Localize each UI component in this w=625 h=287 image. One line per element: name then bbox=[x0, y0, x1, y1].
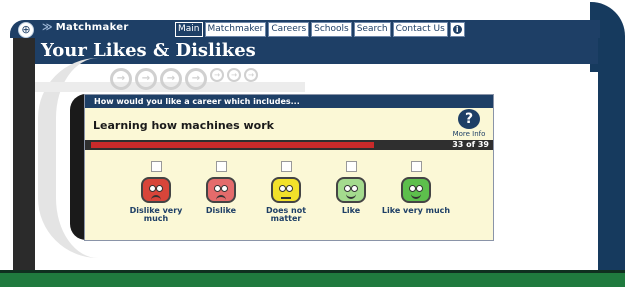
option-label: Like very much bbox=[381, 206, 451, 215]
option-label: Dislike very much bbox=[129, 206, 183, 223]
footer-bar bbox=[0, 270, 625, 287]
arrow-circle-icon: → bbox=[185, 68, 207, 90]
tab-contact-us[interactable]: Contact Us bbox=[392, 22, 448, 37]
option-label: Dislike bbox=[205, 206, 237, 215]
question-item: Learning how machines work bbox=[93, 119, 274, 132]
frown-face-icon bbox=[141, 177, 171, 203]
progress-label: 33 of 39 bbox=[452, 140, 489, 149]
right-frame-border bbox=[598, 38, 625, 284]
decorative-arrow-circles: → → → → → → → bbox=[110, 68, 258, 90]
arrow-circle-icon: → bbox=[227, 68, 241, 82]
tab-careers[interactable]: Careers bbox=[268, 22, 310, 37]
option-like-very-much[interactable]: Like very much bbox=[381, 161, 451, 215]
smile-face-icon bbox=[336, 177, 366, 203]
info-icon[interactable]: i bbox=[449, 22, 465, 37]
more-info-button[interactable]: ? More Info bbox=[448, 109, 490, 139]
tab-matchmaker[interactable]: Matchmaker bbox=[204, 22, 267, 37]
info-glyph: i bbox=[452, 25, 462, 34]
progress-bar: 33 of 39 bbox=[85, 140, 493, 150]
progress-fill bbox=[91, 142, 374, 148]
smile-face-icon bbox=[401, 177, 431, 203]
option-checkbox[interactable] bbox=[280, 161, 292, 172]
arrow-circle-icon: → bbox=[135, 68, 157, 90]
tab-schools[interactable]: Schools bbox=[311, 22, 352, 37]
option-like[interactable]: Like bbox=[316, 161, 386, 215]
arrow-circle-icon: → bbox=[110, 68, 132, 90]
option-label: Does not matter bbox=[265, 206, 307, 223]
globe-icon[interactable]: ⊕ bbox=[18, 22, 34, 38]
neutral-face-icon bbox=[271, 177, 301, 203]
option-label: Like bbox=[341, 206, 361, 215]
arrow-circle-icon: → bbox=[210, 68, 224, 82]
question-card: How would you like a career which includ… bbox=[84, 94, 494, 241]
brand-label[interactable]: ≫ Matchmaker bbox=[42, 22, 129, 33]
option-checkbox[interactable] bbox=[410, 161, 422, 172]
chevron-down-icon: ≫ bbox=[42, 22, 53, 33]
tab-search[interactable]: Search bbox=[353, 22, 391, 37]
rating-options: Dislike very much Dislike Does not matte… bbox=[85, 161, 493, 239]
option-checkbox[interactable] bbox=[215, 161, 227, 172]
brand-text: Matchmaker bbox=[55, 22, 129, 33]
option-checkbox[interactable] bbox=[150, 161, 162, 172]
option-checkbox[interactable] bbox=[345, 161, 357, 172]
question-prompt: How would you like a career which includ… bbox=[85, 95, 493, 108]
nav-tabs: Main Matchmaker Careers Schools Search C… bbox=[175, 22, 465, 37]
app-frame: ⊕ ≫ Matchmaker Main Matchmaker Careers Sc… bbox=[0, 0, 625, 287]
more-info-label: More Info bbox=[452, 130, 486, 138]
arrow-circle-icon: → bbox=[160, 68, 182, 90]
left-frame-border bbox=[13, 38, 35, 284]
option-dislike-very-much[interactable]: Dislike very much bbox=[121, 161, 191, 223]
frown-face-icon bbox=[206, 177, 236, 203]
option-dislike[interactable]: Dislike bbox=[186, 161, 256, 215]
arrow-circle-icon: → bbox=[244, 68, 258, 82]
top-nav-bar: ⊕ ≫ Matchmaker Main Matchmaker Careers Sc… bbox=[10, 20, 600, 38]
tab-main[interactable]: Main bbox=[175, 22, 203, 37]
option-does-not-matter[interactable]: Does not matter bbox=[251, 161, 321, 223]
question-mark-icon: ? bbox=[458, 109, 480, 129]
